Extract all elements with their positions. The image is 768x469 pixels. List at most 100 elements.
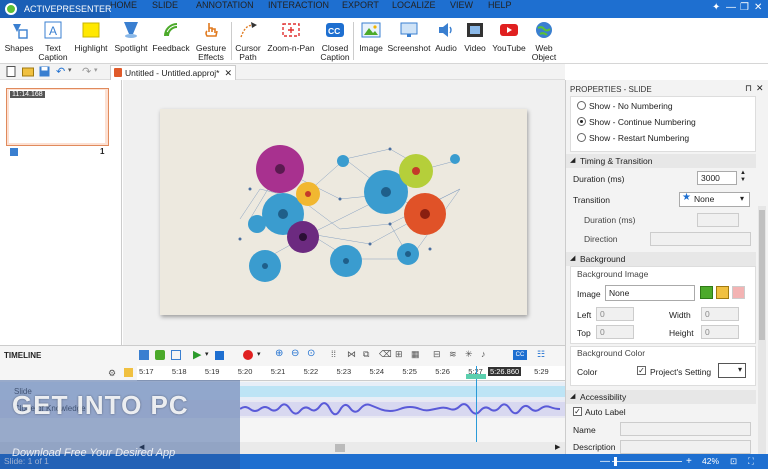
redo-icon[interactable]: ↷ [82, 65, 91, 78]
image-button[interactable]: Image [356, 20, 386, 53]
screenshot-button[interactable]: Screenshot [387, 20, 431, 53]
background-color-label: Background Color [577, 348, 646, 358]
cursor-path-icon [240, 22, 257, 38]
accessibility-header[interactable]: Accessibility [566, 390, 756, 404]
zoom-out-icon[interactable]: ⊖ [291, 348, 299, 359]
record-dropdown-icon[interactable]: ▾ [257, 350, 261, 358]
tab-help[interactable]: HELP [488, 0, 526, 10]
text-caption-button[interactable]: A Text Caption [36, 20, 70, 62]
insert-time-icon[interactable]: ⊞ [395, 349, 403, 360]
properties-scrollbar-thumb[interactable] [759, 210, 765, 340]
duration-input[interactable]: 3000 [697, 171, 737, 185]
open-folder-icon[interactable] [22, 66, 34, 77]
redo-dropdown-icon[interactable]: ▾ [94, 66, 98, 74]
close-tab-icon[interactable]: ✕ [224, 66, 232, 80]
chevron-down-icon[interactable]: ▾ [740, 194, 744, 203]
remove-image-icon[interactable] [732, 286, 745, 299]
video-button[interactable]: Video [461, 20, 489, 53]
collapse-icon[interactable]: ◢ [570, 392, 575, 400]
freeze-frame-icon[interactable]: ▦ [411, 349, 420, 360]
slide[interactable] [160, 109, 527, 315]
volume-icon[interactable]: ♪ [481, 349, 486, 359]
maximize-icon[interactable]: ❐ [740, 2, 749, 13]
scroll-thumb[interactable] [335, 444, 345, 452]
radio-continue-numbering[interactable] [577, 117, 586, 126]
zoom-in-icon[interactable]: ⊕ [275, 348, 283, 359]
radio-no-numbering[interactable] [577, 101, 586, 110]
closed-caption-icon[interactable]: CC [513, 350, 527, 360]
zoom-slider[interactable] [612, 461, 682, 462]
help-icon[interactable]: ✦ [712, 2, 720, 13]
undo-dropdown-icon[interactable]: ▾ [68, 66, 72, 74]
slide-track-bar[interactable] [240, 386, 565, 397]
zoom-slider-thumb[interactable] [614, 457, 617, 466]
web-object-button[interactable]: Web Object [528, 20, 560, 62]
document-tab[interactable]: Untitled - Untitled.approj* ✕ [110, 65, 236, 80]
new-file-icon[interactable] [6, 66, 17, 77]
zoom-in-status-icon[interactable]: + [686, 454, 692, 469]
undo-icon[interactable]: ↶ [56, 65, 65, 78]
shapes-button[interactable]: Shapes [2, 20, 36, 53]
play-dropdown-icon[interactable]: ▾ [205, 350, 209, 358]
background-header[interactable]: Background [566, 252, 756, 266]
tab-interaction[interactable]: INTERACTION [268, 0, 342, 10]
timing-transition-header[interactable]: Timing & Transition [566, 154, 756, 168]
folder-browse-icon[interactable] [716, 286, 729, 299]
stop-icon[interactable] [215, 351, 224, 360]
cut-range-icon[interactable]: ⧉ [363, 349, 369, 360]
record-icon[interactable] [243, 350, 253, 360]
audio-button[interactable]: Audio [432, 20, 460, 53]
layer-icon[interactable] [124, 368, 133, 377]
close-window-icon[interactable]: ✕ [754, 2, 762, 13]
tab-export[interactable]: EXPORT [342, 0, 392, 10]
marker-icon[interactable]: ⊟ [433, 349, 441, 360]
noise-icon[interactable]: ✳ [465, 349, 473, 360]
collapse-icon[interactable]: ◢ [570, 254, 575, 262]
fit-icon[interactable] [171, 350, 181, 360]
tab-localize[interactable]: LOCALIZE [392, 0, 450, 10]
audio-fade-icon[interactable]: ≋ [449, 349, 457, 360]
cursor-path-button[interactable]: Cursor Path [233, 20, 263, 62]
highlight-button[interactable]: Highlight [72, 20, 110, 53]
tab-annotation[interactable]: ANNOTATION [196, 0, 268, 10]
split-icon[interactable]: ⁞⁞ [331, 349, 336, 359]
project-setting-checkbox[interactable]: ✓ [637, 366, 646, 375]
gesture-effects-button[interactable]: Gesture Effects [192, 20, 230, 62]
join-icon[interactable]: ⋈ [347, 349, 356, 360]
color-dropdown-icon[interactable]: ▾ [738, 365, 742, 374]
tab-home[interactable]: HOME [110, 0, 152, 10]
fullscreen-icon[interactable]: ⛶ [748, 454, 754, 469]
feedback-button[interactable]: Feedback [152, 20, 190, 53]
track-icon[interactable] [139, 350, 149, 360]
zoom-fit-icon[interactable]: ⊙ [307, 348, 315, 359]
add-track-icon[interactable] [155, 350, 165, 360]
save-icon[interactable] [39, 66, 50, 77]
fit-window-icon[interactable]: ⊡ [730, 454, 737, 469]
spotlight-button[interactable]: Spotlight [112, 20, 150, 53]
timeline-settings-icon[interactable]: ☷ [537, 349, 545, 360]
auto-label-checkbox[interactable]: ✓ [573, 407, 582, 416]
duration-spinner-icon[interactable]: ▲ ▼ [740, 170, 746, 184]
pin-icon[interactable]: ⊓ [745, 83, 752, 94]
tab-slide[interactable]: SLIDE [152, 0, 196, 10]
close-panel-icon[interactable]: ✕ [756, 83, 764, 94]
document-tab-title: Untitled - Untitled.approj* [125, 68, 220, 78]
play-icon[interactable]: ▶ [193, 348, 201, 361]
youtube-button[interactable]: YouTube [490, 20, 528, 53]
closed-caption-button[interactable]: CC Closed Caption [318, 20, 352, 62]
image-input[interactable]: None [605, 285, 695, 301]
audio-waveform[interactable] [239, 402, 565, 416]
minimize-icon[interactable]: — [726, 2, 736, 13]
collapse-icon[interactable]: ◢ [570, 156, 575, 164]
delete-range-icon[interactable]: ⌫ [379, 349, 392, 360]
project-setting-label: Project's Setting [650, 367, 712, 377]
zoom-out-status-icon[interactable]: — [600, 454, 610, 469]
scroll-right-icon[interactable]: ▶ [555, 443, 560, 451]
radio-restart-numbering[interactable] [577, 133, 586, 142]
image-browse-icon[interactable] [700, 286, 713, 299]
lock-icon[interactable]: ⚙ [108, 368, 116, 379]
timeline-title: TIMELINE [4, 351, 42, 360]
playhead-handle[interactable] [466, 374, 486, 379]
zoom-n-pan-button[interactable]: Zoom-n-Pan [264, 20, 318, 53]
tab-view[interactable]: VIEW [450, 0, 488, 10]
